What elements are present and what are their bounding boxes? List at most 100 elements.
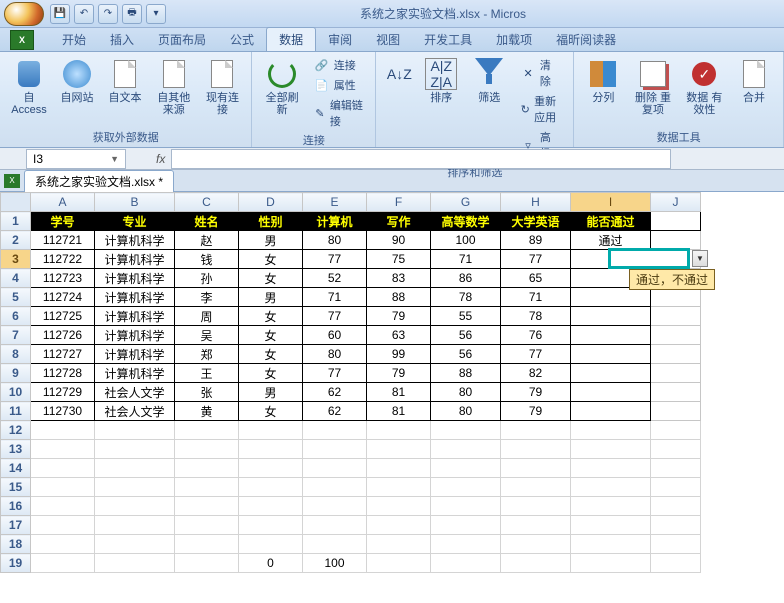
cell[interactable]: 女 (239, 326, 303, 345)
cell[interactable]: 通过 (571, 231, 651, 250)
cell[interactable] (175, 478, 239, 497)
cell[interactable] (31, 478, 95, 497)
cell[interactable]: 100 (431, 231, 501, 250)
row-header[interactable]: 4 (1, 269, 31, 288)
name-box[interactable]: I3 ▼ (26, 149, 126, 169)
cell[interactable]: 0 (239, 554, 303, 573)
cell[interactable]: 女 (239, 269, 303, 288)
cell[interactable]: 81 (367, 383, 431, 402)
cell[interactable] (571, 497, 651, 516)
col-header[interactable]: G (431, 193, 501, 212)
qat-save-icon[interactable]: 💾 (50, 4, 70, 24)
cell[interactable] (571, 535, 651, 554)
cell[interactable]: 王 (175, 364, 239, 383)
cell[interactable]: 计算机科学 (95, 364, 175, 383)
col-header[interactable]: C (175, 193, 239, 212)
cell[interactable] (175, 554, 239, 573)
cell[interactable]: 100 (303, 554, 367, 573)
cell[interactable] (175, 421, 239, 440)
name-box-dropdown-icon[interactable]: ▼ (110, 154, 119, 164)
cell[interactable]: 56 (431, 345, 501, 364)
cell[interactable] (95, 497, 175, 516)
cell[interactable]: 大学英语 (501, 212, 571, 231)
cell[interactable] (175, 459, 239, 478)
cell[interactable]: 吴 (175, 326, 239, 345)
cell[interactable] (31, 421, 95, 440)
cell[interactable] (571, 440, 651, 459)
cell[interactable] (651, 212, 701, 231)
cell[interactable] (31, 497, 95, 516)
from-web-button[interactable]: 自网站 (56, 56, 98, 106)
cell[interactable]: 姓名 (175, 212, 239, 231)
from-other-button[interactable]: 自其他来源 (152, 56, 195, 118)
cell[interactable]: 77 (303, 364, 367, 383)
cell[interactable] (501, 421, 571, 440)
cell[interactable] (95, 535, 175, 554)
cell[interactable] (303, 440, 367, 459)
cell[interactable] (501, 478, 571, 497)
formula-input[interactable] (171, 149, 671, 169)
cell[interactable]: 112728 (31, 364, 95, 383)
row-header[interactable]: 18 (1, 535, 31, 554)
cell[interactable] (651, 421, 701, 440)
cell[interactable] (95, 421, 175, 440)
cell[interactable]: 71 (501, 288, 571, 307)
cell[interactable]: 79 (501, 383, 571, 402)
cell[interactable] (571, 554, 651, 573)
tab-view[interactable]: 视图 (364, 28, 412, 51)
cell[interactable]: 62 (303, 383, 367, 402)
cell[interactable]: 81 (367, 402, 431, 421)
row-header[interactable]: 3 (1, 250, 31, 269)
cell[interactable] (571, 421, 651, 440)
cell[interactable]: 112729 (31, 383, 95, 402)
office-button[interactable] (4, 2, 44, 26)
cell[interactable] (303, 459, 367, 478)
cell[interactable] (31, 516, 95, 535)
cell[interactable]: 男 (239, 383, 303, 402)
from-text-button[interactable]: 自文本 (104, 56, 146, 106)
cell[interactable] (571, 250, 651, 269)
cell[interactable]: 女 (239, 402, 303, 421)
fx-label[interactable]: fx (156, 152, 165, 166)
cell[interactable]: 77 (303, 307, 367, 326)
cell[interactable]: 52 (303, 269, 367, 288)
cell[interactable]: 计算机科学 (95, 269, 175, 288)
cell[interactable]: 周 (175, 307, 239, 326)
cell[interactable]: 计算机 (303, 212, 367, 231)
row-header[interactable]: 10 (1, 383, 31, 402)
col-header[interactable]: A (31, 193, 95, 212)
tab-addins[interactable]: 加载项 (484, 28, 544, 51)
connections-button[interactable]: 🔗连接 (310, 56, 368, 74)
cell[interactable] (367, 478, 431, 497)
cell[interactable] (651, 326, 701, 345)
cell[interactable] (431, 459, 501, 478)
cell[interactable] (239, 535, 303, 554)
col-header[interactable]: D (239, 193, 303, 212)
cell[interactable] (431, 478, 501, 497)
cell[interactable]: 高等数学 (431, 212, 501, 231)
row-header[interactable]: 5 (1, 288, 31, 307)
row-header[interactable]: 1 (1, 212, 31, 231)
cell[interactable]: 能否通过 (571, 212, 651, 231)
cell[interactable] (651, 554, 701, 573)
tab-page-layout[interactable]: 页面布局 (146, 28, 218, 51)
cell[interactable] (239, 516, 303, 535)
cell[interactable] (571, 326, 651, 345)
tab-home[interactable]: 开始 (50, 28, 98, 51)
cell[interactable] (571, 516, 651, 535)
cell[interactable] (651, 478, 701, 497)
tab-foxit[interactable]: 福昕阅读器 (544, 28, 628, 51)
row-header[interactable]: 8 (1, 345, 31, 364)
cell[interactable]: 学号 (31, 212, 95, 231)
row-header[interactable]: 7 (1, 326, 31, 345)
cell[interactable]: 80 (303, 345, 367, 364)
row-header[interactable]: 13 (1, 440, 31, 459)
cell[interactable] (651, 516, 701, 535)
remove-duplicates-button[interactable]: 删除 重复项 (630, 56, 675, 118)
tab-review[interactable]: 审阅 (316, 28, 364, 51)
row-header[interactable]: 2 (1, 231, 31, 250)
cell[interactable]: 女 (239, 307, 303, 326)
edit-links-button[interactable]: ✎编辑链接 (310, 96, 368, 130)
cell[interactable]: 79 (501, 402, 571, 421)
cell[interactable] (431, 421, 501, 440)
